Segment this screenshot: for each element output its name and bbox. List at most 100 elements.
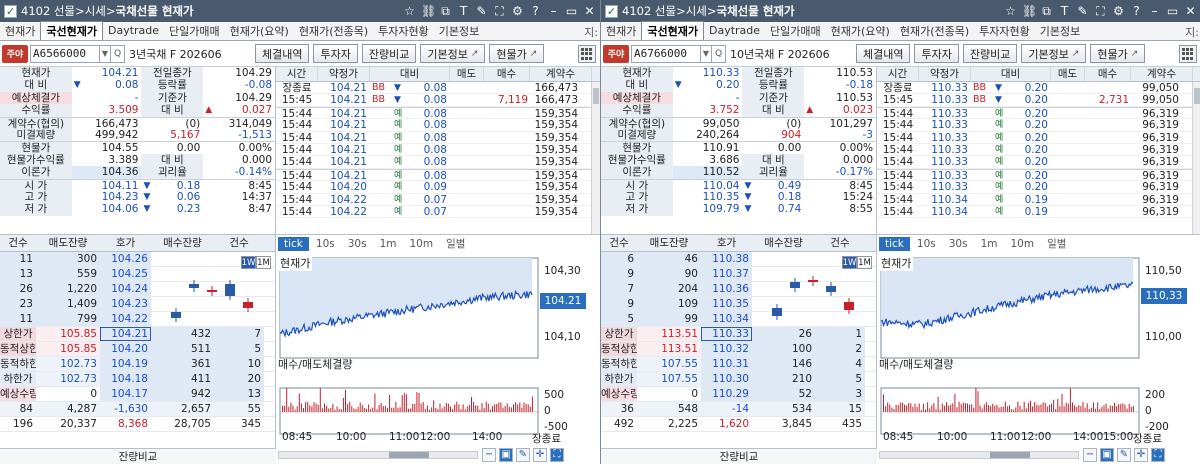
day-night-badge[interactable]: 주야 (2, 44, 28, 63)
trades-scrollbar[interactable] (591, 82, 600, 234)
tab-5[interactable]: 현재가(요약) (225, 21, 294, 40)
chart-tab-4[interactable]: 1m (374, 237, 403, 251)
copy-icon[interactable]: ⧉ (1040, 5, 1053, 17)
trade-row[interactable]: 15:44 110.34 예 0.19 96,319 (877, 194, 1200, 206)
trade-row[interactable]: 15:44 110.33 예 0.20 96,319 (877, 106, 1200, 120)
tab-3[interactable]: Daytrade (704, 21, 765, 40)
chart-tab-3[interactable]: 30s (342, 237, 373, 251)
tab-1[interactable]: 현재가 (0, 21, 40, 40)
chart-tab-4[interactable]: 1m (975, 237, 1004, 251)
expand-icon[interactable]: ⛶ (493, 5, 506, 17)
toolbar-button-5[interactable]: 현물가 ↗ (1090, 44, 1146, 63)
balance-compare-footer[interactable]: 잔량비교 (601, 448, 877, 464)
chart-tab-3[interactable]: 30s (943, 237, 974, 251)
trade-row[interactable]: 15:44 110.33 예 0.20 96,319 (877, 144, 1200, 157)
toolbar-button-1[interactable]: 체결내역 (856, 44, 911, 63)
zoom-out-icon[interactable]: − (482, 447, 496, 462)
chart-tab-2[interactable]: 10s (310, 237, 341, 251)
code-input[interactable]: A6766000 (631, 44, 701, 63)
period-toggle-1[interactable]: 1W (842, 256, 857, 269)
bid-level-row[interactable]: 동적하한 107.55 110.31 146 4 (601, 357, 876, 372)
tab-4[interactable]: 단일가매매 (765, 21, 826, 40)
crosshair-icon[interactable]: ✛ (1134, 447, 1148, 462)
tab-7[interactable]: 투자자현황 (974, 21, 1035, 40)
trade-row[interactable]: 15:44 110.33 예 0.20 96,319 (877, 156, 1200, 169)
trade-row[interactable]: 15:44 110.33 예 0.20 96,319 (877, 181, 1200, 194)
chart-scrollbar[interactable] (278, 450, 478, 459)
toolbar-button-2[interactable]: 투자자 (313, 44, 358, 63)
trade-row[interactable]: 15:44 104.21 예 0.08 159,354 (276, 106, 600, 120)
trade-row[interactable]: 15:44 104.21 예 0.08 159,354 (276, 132, 600, 144)
scrollbar-thumb[interactable] (990, 451, 1030, 458)
star-icon[interactable]: ☆ (1004, 5, 1017, 17)
fullscreen-icon[interactable]: ⛶ (1151, 447, 1165, 462)
chart-tab-6[interactable]: 일별 (1041, 237, 1072, 251)
period-toggle-1[interactable]: 1W (241, 256, 256, 269)
tab-more[interactable]: 지: (1185, 24, 1199, 40)
help-icon[interactable]: ? (529, 5, 542, 17)
chart-tab-1[interactable]: tick (879, 236, 910, 251)
restore-icon[interactable]: ▭ (1166, 5, 1179, 17)
settings-icon[interactable]: ⚙ (1112, 5, 1125, 17)
chevron-down-icon[interactable]: ▼ (701, 44, 712, 63)
trade-row[interactable]: 15:44 104.21 예 0.08 159,354 (276, 119, 600, 132)
trade-row[interactable]: 15:44 110.33 예 0.20 96,319 (877, 119, 1200, 132)
tab-8[interactable]: 기본정보 (1035, 21, 1085, 40)
trade-row[interactable]: 장종료 104.21 BB ▼ 0.08 166,473 (276, 82, 600, 95)
search-icon[interactable]: Q (111, 44, 125, 63)
trade-row[interactable]: 15:44 104.22 예 0.07 159,354 (276, 206, 600, 219)
trade-row[interactable]: 15:44 104.21 예 0.08 159,354 (276, 144, 600, 157)
tab-2[interactable]: 국선현재가 (641, 21, 704, 40)
chart-settings-icon[interactable]: ▣ (499, 447, 513, 462)
tab-7[interactable]: 투자자현황 (373, 21, 434, 40)
period-toggle-2[interactable]: 1M (857, 256, 872, 269)
fullscreen-icon[interactable]: ⛶ (550, 447, 564, 462)
check-icon[interactable]: ✓ (605, 4, 618, 18)
toolbar-button-2[interactable]: 투자자 (914, 44, 959, 63)
trade-row[interactable]: 15:45 104.21 BB ▼ 0.08 7,119 166,473 (276, 94, 600, 107)
chart-tab-1[interactable]: tick (278, 236, 309, 251)
scrollbar-thumb[interactable] (1194, 88, 1200, 104)
chevron-down-icon[interactable]: ▼ (100, 44, 111, 63)
tab-more[interactable]: 지: (584, 24, 598, 40)
bid-level-row[interactable]: 예상수량 0 104.17 942 13 (0, 387, 275, 402)
tab-4[interactable]: 단일가매매 (164, 21, 225, 40)
balance-compare-footer[interactable]: 잔량비교 (0, 448, 276, 464)
check-icon[interactable]: ✓ (4, 4, 17, 18)
crosshair-icon[interactable]: ✛ (533, 447, 547, 462)
grid-menu-icon[interactable] (578, 45, 596, 63)
trade-row[interactable]: 15:44 110.34 예 0.19 96,319 (877, 206, 1200, 219)
link-icon[interactable]: ⛓ (1022, 5, 1037, 17)
trade-row[interactable]: 15:44 104.20 예 0.09 159,354 (276, 181, 600, 194)
expand-icon[interactable]: ⛶ (1094, 5, 1107, 17)
restore-icon[interactable]: ▭ (565, 5, 578, 17)
tab-1[interactable]: 현재가 (601, 21, 641, 40)
text-icon[interactable]: T (1058, 5, 1071, 17)
code-input[interactable]: A6566000 (30, 44, 100, 63)
minimize-icon[interactable]: – (1148, 5, 1161, 17)
toolbar-button-3[interactable]: 잔량비교 (361, 44, 417, 63)
tab-6[interactable]: 현재가(전종목) (294, 21, 373, 40)
tab-5[interactable]: 현재가(요약) (826, 21, 895, 40)
toolbar-button-4[interactable]: 기본정보 ↗ (420, 44, 486, 63)
text-icon[interactable]: T (457, 5, 470, 17)
close-icon[interactable]: ✕ (1184, 5, 1197, 17)
pin-icon[interactable]: ✎ (475, 5, 488, 17)
pin-icon[interactable]: ✎ (1076, 5, 1089, 17)
trade-row[interactable]: 15:44 104.21 예 0.08 159,354 (276, 156, 600, 169)
scrollbar-thumb[interactable] (389, 451, 429, 458)
toolbar-button-4[interactable]: 기본정보 ↗ (1021, 44, 1087, 63)
trade-row[interactable]: 15:44 104.21 예 0.08 159,354 (276, 168, 600, 182)
bid-level-row[interactable]: 동적하한 102.73 104.19 361 10 (0, 357, 275, 372)
settings-icon[interactable]: ⚙ (511, 5, 524, 17)
chart-tab-6[interactable]: 일별 (440, 237, 471, 251)
star-icon[interactable]: ☆ (403, 5, 416, 17)
pencil-icon[interactable]: ✎ (1117, 447, 1131, 462)
bid-level-row[interactable]: 하한가 102.73 104.18 411 20 (0, 372, 275, 387)
tab-3[interactable]: Daytrade (103, 21, 164, 40)
toolbar-button-1[interactable]: 체결내역 (255, 44, 310, 63)
help-icon[interactable]: ? (1130, 5, 1143, 17)
minimize-icon[interactable]: – (547, 5, 560, 17)
toolbar-button-3[interactable]: 잔량비교 (962, 44, 1018, 63)
tab-2[interactable]: 국선현재가 (40, 21, 103, 40)
